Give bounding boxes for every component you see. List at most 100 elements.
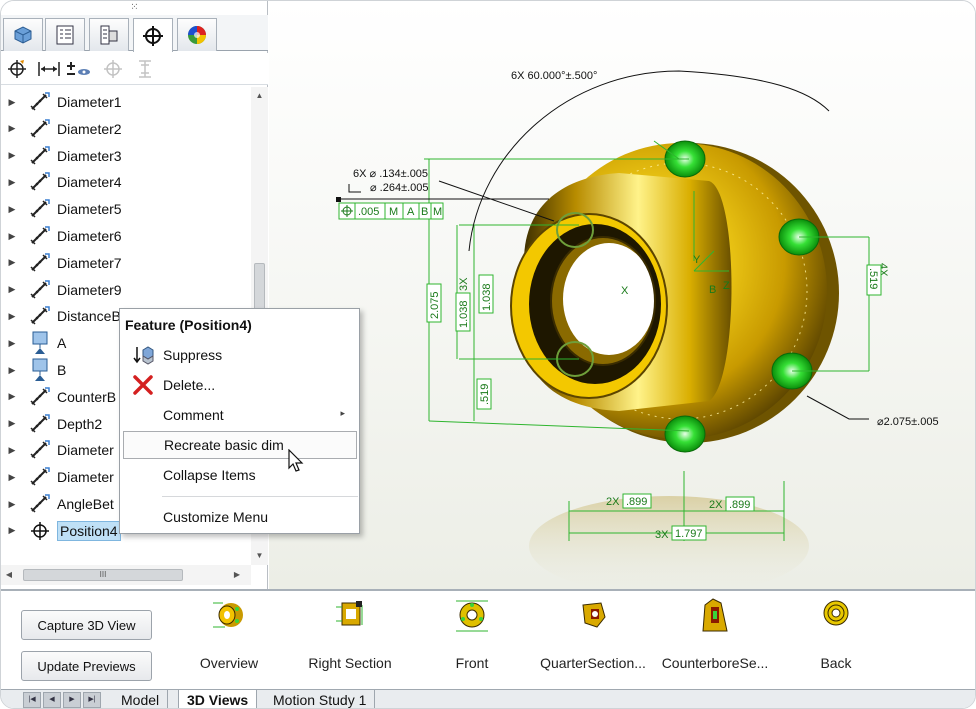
vertical-dimension-3x-1038[interactable]: 3X 1.038 bbox=[455, 277, 471, 332]
expand-arrow-icon[interactable]: ▶ bbox=[1, 338, 23, 349]
view-right-section[interactable]: Right Section bbox=[290, 595, 410, 675]
capture-3d-view-button[interactable]: Capture 3D View bbox=[21, 610, 152, 640]
feature-control-frame[interactable]: .005 M A B M bbox=[336, 197, 444, 220]
tree-item[interactable]: ▶ Diameter2 bbox=[1, 116, 251, 142]
tree-horizontal-scrollbar[interactable]: ◀ III ▶ bbox=[1, 565, 251, 585]
menu-item-comment[interactable]: Comment ▸ bbox=[123, 401, 357, 429]
view-overview[interactable]: Overview bbox=[169, 595, 289, 675]
expand-arrow-icon[interactable]: ▶ bbox=[1, 123, 23, 134]
vertical-dimension-519[interactable]: .519 bbox=[476, 378, 492, 410]
expand-arrow-icon[interactable]: ▶ bbox=[1, 365, 23, 376]
expand-arrow-icon[interactable]: ▶ bbox=[1, 311, 23, 322]
size-dimension-icon[interactable] bbox=[65, 56, 93, 82]
position-tolerance-icon bbox=[23, 520, 57, 542]
solidworks-window: ⁙ ▶ Diameter1 ▶ Diameter2 ▶ Diameter3 ▶ … bbox=[0, 0, 976, 709]
menu-item-collapse-items[interactable]: Collapse Items bbox=[123, 461, 357, 489]
horizontal-dimension-3x-1797[interactable]: 3X 1.797 bbox=[655, 525, 707, 541]
first-tab-icon[interactable]: |◀ bbox=[23, 692, 41, 708]
expand-arrow-icon[interactable]: ▶ bbox=[1, 257, 23, 268]
tree-item[interactable]: ▶ Diameter7 bbox=[1, 250, 251, 276]
svg-text:1.038: 1.038 bbox=[481, 283, 493, 311]
expand-arrow-icon[interactable]: ▶ bbox=[1, 284, 23, 295]
tree-item[interactable]: ▶ Diameter5 bbox=[1, 196, 251, 222]
expand-arrow-icon[interactable]: ▶ bbox=[1, 177, 23, 188]
angle-dimension[interactable]: 6X 60.000°±.500° bbox=[511, 70, 597, 82]
tab-model[interactable]: Model bbox=[113, 690, 169, 708]
tree-item[interactable]: ▶ Diameter1 bbox=[1, 89, 251, 115]
tree-item-label: Depth2 bbox=[57, 415, 103, 432]
tab-3d-views[interactable]: 3D Views bbox=[178, 690, 258, 708]
property-manager-icon[interactable] bbox=[45, 18, 85, 51]
dimension-icon bbox=[23, 439, 57, 461]
prev-tab-icon[interactable]: ◀ bbox=[43, 692, 61, 708]
datum-icon bbox=[23, 358, 57, 381]
model-viewport[interactable]: 6X 60.000°±.500° 6X ⌀ .134±.005 ⌀ .264±.… bbox=[269, 1, 976, 589]
view-counterbore-section[interactable]: CounterboreSe... bbox=[655, 595, 775, 675]
menu-item-customize-menu[interactable]: Customize Menu bbox=[123, 503, 357, 531]
tree-item-label: B bbox=[57, 362, 67, 378]
expand-arrow-icon[interactable]: ▶ bbox=[1, 391, 23, 402]
datum-icon bbox=[23, 331, 57, 355]
dimension-icon bbox=[23, 305, 57, 327]
scroll-left-icon[interactable]: ◀ bbox=[1, 565, 17, 585]
horizontal-dimension-2x-899-left[interactable]: 2X .899 bbox=[606, 493, 652, 509]
outer-diameter-dimension[interactable]: ⌀2.075±.005 bbox=[877, 416, 939, 428]
configuration-manager-icon[interactable] bbox=[89, 18, 129, 51]
floor-reflection bbox=[529, 496, 809, 589]
dimension-icon bbox=[23, 145, 57, 167]
tree-item-label: Diameter4 bbox=[57, 174, 122, 191]
panel-grip[interactable]: ⁙ bbox=[1, 1, 268, 15]
feature-manager-icon[interactable] bbox=[3, 18, 43, 51]
dimension-icon bbox=[23, 493, 57, 515]
expand-arrow-icon[interactable]: ▶ bbox=[1, 97, 23, 108]
view-quarter-section[interactable]: QuarterSection... bbox=[533, 595, 653, 675]
auto-dimension-scheme-icon[interactable] bbox=[3, 56, 31, 82]
show-tolerance-status-icon-disabled[interactable] bbox=[131, 56, 159, 82]
vertical-dimension-4x-519[interactable]: 4X .519 bbox=[866, 263, 889, 296]
tree-item[interactable]: ▶ Diameter4 bbox=[1, 169, 251, 195]
scroll-up-icon[interactable]: ▲ bbox=[251, 87, 268, 104]
tree-item[interactable]: ▶ Diameter6 bbox=[1, 223, 251, 249]
dimension-icon bbox=[23, 91, 57, 113]
location-dimension-icon[interactable] bbox=[35, 56, 63, 82]
svg-text:.005: .005 bbox=[358, 206, 379, 218]
dimxpert-manager-icon[interactable] bbox=[133, 18, 173, 52]
svg-text:3X: 3X bbox=[458, 277, 470, 291]
basic-dimension-icon-disabled[interactable] bbox=[99, 56, 127, 82]
svg-text:1.797: 1.797 bbox=[675, 528, 703, 540]
display-manager-icon[interactable] bbox=[177, 18, 217, 51]
hole-callout-line2[interactable]: ⌀ .264±.005 bbox=[370, 182, 429, 194]
expand-arrow-icon[interactable]: ▶ bbox=[1, 499, 23, 510]
hole-callout-line1[interactable]: 6X ⌀ .134±.005 bbox=[353, 168, 428, 180]
update-previews-button[interactable]: Update Previews bbox=[21, 651, 152, 681]
menu-item-recreate-basic-dim[interactable]: Recreate basic dim bbox=[123, 431, 357, 459]
expand-arrow-icon[interactable]: ▶ bbox=[1, 150, 23, 161]
svg-text:.519: .519 bbox=[867, 268, 879, 289]
expand-arrow-icon[interactable]: ▶ bbox=[1, 445, 23, 456]
scroll-right-icon[interactable]: ▶ bbox=[229, 565, 245, 585]
h-scroll-thumb[interactable]: III bbox=[23, 569, 183, 581]
next-tab-icon[interactable]: ▶ bbox=[63, 692, 81, 708]
expand-arrow-icon[interactable]: ▶ bbox=[1, 231, 23, 242]
menu-item-suppress[interactable]: Suppress bbox=[123, 341, 357, 369]
tree-item-label: DistanceB bbox=[57, 308, 121, 325]
svg-text:.899: .899 bbox=[729, 499, 750, 511]
last-tab-icon[interactable]: ▶| bbox=[83, 692, 101, 708]
tree-item-label: CounterB bbox=[57, 388, 117, 405]
tree-item[interactable]: ▶ Diameter3 bbox=[1, 143, 251, 169]
menu-item-delete[interactable]: Delete... bbox=[123, 371, 357, 399]
graphics-area[interactable]: 6X 60.000°±.500° 6X ⌀ .134±.005 ⌀ .264±.… bbox=[269, 1, 976, 589]
view-back[interactable]: Back bbox=[776, 595, 896, 675]
quarter-section-thumbnail-icon bbox=[582, 602, 606, 628]
vertical-dimension-2075[interactable]: 2.075 bbox=[426, 283, 442, 323]
view-front[interactable]: Front bbox=[412, 595, 532, 675]
expand-arrow-icon[interactable]: ▶ bbox=[1, 418, 23, 429]
expand-arrow-icon[interactable]: ▶ bbox=[1, 472, 23, 483]
tab-motion-study-1[interactable]: Motion Study 1 bbox=[265, 690, 376, 708]
horizontal-dimension-2x-899-right[interactable]: 2X .899 bbox=[709, 496, 755, 512]
vertical-dimension-1038[interactable]: 1.038 bbox=[478, 274, 494, 314]
expand-arrow-icon[interactable]: ▶ bbox=[1, 525, 23, 536]
expand-arrow-icon[interactable]: ▶ bbox=[1, 204, 23, 215]
tree-item[interactable]: ▶ Diameter9 bbox=[1, 277, 251, 303]
scroll-down-icon[interactable]: ▼ bbox=[251, 547, 268, 564]
